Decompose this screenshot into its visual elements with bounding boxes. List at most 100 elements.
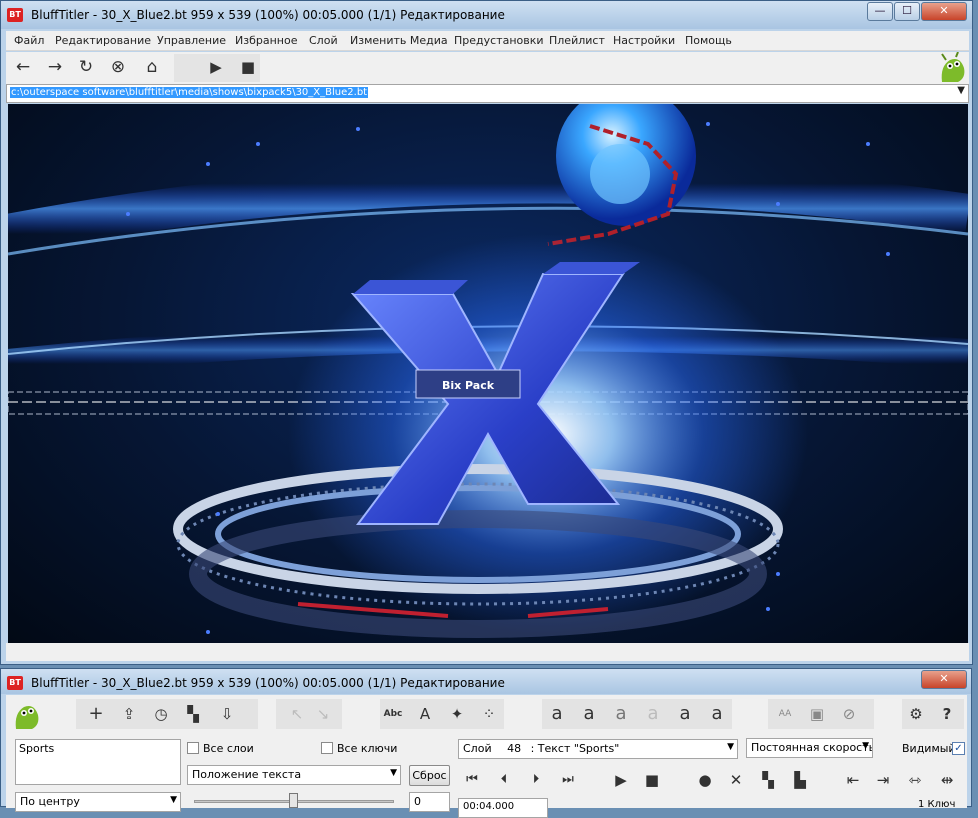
all-layers-label: Все слои — [203, 742, 254, 755]
help-icon[interactable]: ? — [936, 703, 958, 725]
abc-text-icon[interactable]: Abc — [382, 703, 404, 725]
value-slider-thumb[interactable] — [289, 793, 298, 808]
maximize-button[interactable]: ☐ — [894, 2, 920, 21]
next-frame-icon[interactable]: ⏵ — [525, 769, 547, 791]
media-icon[interactable]: ▣ — [806, 703, 828, 725]
menu-file[interactable]: Файл — [14, 34, 44, 47]
reset-button[interactable]: Сброс — [409, 765, 450, 786]
layer-select[interactable]: Слой 48 : Текст "Sports" ▼ — [458, 739, 738, 759]
text-style-a2-icon[interactable]: a — [578, 703, 600, 725]
key-right-icon[interactable]: ⇥ — [872, 769, 894, 791]
close-button[interactable]: ✕ — [921, 2, 967, 21]
status-strip — [6, 643, 969, 661]
prev-frame-icon[interactable]: ⏴ — [493, 769, 515, 791]
chevron-down-icon: ▼ — [390, 768, 397, 778]
time-field[interactable]: 00:04.000 — [458, 798, 548, 818]
stop-circle-icon[interactable]: ⊗ — [107, 56, 129, 78]
layer-number: 48 — [507, 742, 522, 755]
play-icon[interactable]: ▶ — [205, 56, 227, 78]
speed-value: Постоянная скорость — [751, 741, 873, 754]
align-value: По центру — [20, 795, 80, 808]
text-style-a5-icon[interactable]: a — [674, 703, 696, 725]
clock-icon[interactable]: ◷ — [150, 703, 172, 725]
layer-prefix: Слой — [463, 742, 492, 755]
all-keys-label: Все ключи — [337, 742, 398, 755]
home-icon[interactable]: ⌂ — [141, 56, 163, 78]
menu-playlist[interactable]: Плейлист — [549, 34, 605, 47]
chevron-down-icon: ▼ — [727, 742, 734, 752]
all-keys-checkbox[interactable]: Все ключи — [321, 742, 397, 755]
text-style-a3-icon[interactable]: a — [610, 703, 632, 725]
menu-favorites[interactable]: Избранное — [235, 34, 297, 47]
property-select[interactable]: Положение текста ▼ — [187, 765, 401, 785]
shape-icon[interactable]: ✦ — [446, 703, 468, 725]
record-key-icon[interactable]: ● — [694, 769, 716, 791]
chevron-down-icon: ▼ — [862, 741, 869, 751]
menu-bar: Файл Редактирование Управление Избранное… — [6, 31, 969, 51]
control-window: BT BluffTitler - 30_X_Blue2.bt 959 x 539… — [0, 668, 972, 818]
delete-key-icon[interactable]: ✕ — [725, 769, 747, 791]
font-icon[interactable]: A — [414, 703, 436, 725]
export-folder-icon[interactable]: ⇩ — [216, 703, 238, 725]
main-titlebar[interactable]: BT BluffTitler - 30_X_Blue2.bt 959 x 539… — [1, 1, 972, 29]
text-style-a6-icon[interactable]: a — [706, 703, 728, 725]
text-style-a1-icon[interactable]: a — [546, 703, 568, 725]
control-close-button[interactable]: ✕ — [921, 670, 967, 689]
scene-label-text: Bix Pack — [442, 379, 495, 392]
slash-circle-icon[interactable]: ⊘ — [838, 703, 860, 725]
menu-edit[interactable]: Редактирование — [55, 34, 151, 47]
visible-label: Видимый — [902, 742, 956, 755]
minimize-button[interactable]: — — [867, 2, 893, 21]
control-titlebar[interactable]: BT BluffTitler - 30_X_Blue2.bt 959 x 539… — [1, 669, 971, 694]
property-value: Положение текста — [192, 768, 302, 781]
control-window-title: BluffTitler - 30_X_Blue2.bt 959 x 539 (1… — [31, 676, 505, 690]
menu-control[interactable]: Управление — [157, 34, 226, 47]
stop-icon[interactable]: ■ — [641, 769, 663, 791]
mascot-icon — [941, 52, 965, 82]
all-layers-checkbox[interactable]: Все слои — [187, 742, 254, 755]
number-field[interactable]: 0 — [409, 792, 450, 812]
aa-case-icon[interactable]: AA — [774, 703, 796, 725]
visible-checkbox[interactable]: ✓ — [952, 742, 965, 755]
forward-arrow-icon[interactable]: → — [44, 56, 66, 78]
add-layer-icon[interactable]: + — [85, 703, 107, 725]
menu-layer[interactable]: Слой — [309, 34, 338, 47]
control-panel: + ⇪ ◷ ▚ ⇩ ↖ ↘ Abc A ✦ ⁘ a a a a a a AA ▣… — [6, 695, 967, 818]
navigation-toolbar: ← → ↻ ⊗ ⌂ ▶ ■ — [6, 52, 969, 84]
play-icon[interactable]: ▶ — [610, 769, 632, 791]
layer-text-input[interactable]: Sports — [15, 739, 181, 785]
app-logo-icon: BT — [7, 8, 23, 22]
key-split-icon[interactable]: ⇹ — [936, 769, 958, 791]
scene-graphic: Bix Pack — [8, 104, 968, 638]
menu-change-media[interactable]: Изменить Медиа — [350, 34, 448, 47]
key-both-icon[interactable]: ⇿ — [904, 769, 926, 791]
menu-presets[interactable]: Предустановки — [454, 34, 544, 47]
speed-select[interactable]: Постоянная скорость ▼ — [746, 738, 873, 758]
menu-settings[interactable]: Настройки — [613, 34, 675, 47]
stop-square-icon[interactable]: ■ — [237, 56, 259, 78]
chevron-down-icon[interactable]: ▼ — [957, 85, 965, 96]
preview-viewport[interactable]: Bix Pack — [8, 104, 968, 643]
back-arrow-icon[interactable]: ← — [12, 56, 34, 78]
particles-icon[interactable]: ⁘ — [478, 703, 500, 725]
import-folder-icon[interactable]: ⇪ — [118, 703, 140, 725]
key-left-icon[interactable]: ⇤ — [842, 769, 864, 791]
first-frame-icon[interactable]: ⏮ — [461, 769, 483, 791]
last-frame-icon[interactable]: ⏭ — [557, 769, 579, 791]
mascot-icon — [15, 706, 39, 729]
checkbox-box[interactable] — [187, 742, 199, 754]
checkbox-box[interactable] — [321, 742, 333, 754]
arrow-up-left-icon: ↖ — [290, 705, 304, 723]
path-combobox[interactable]: c:\outerspace software\blufftitler\media… — [6, 84, 969, 103]
layer-name: : Текст "Sports" — [530, 742, 620, 755]
arrow-down-right-icon: ↘ — [316, 705, 330, 723]
layers-icon[interactable]: ▚ — [182, 703, 204, 725]
copy-key-icon[interactable]: ▚ — [757, 769, 779, 791]
app-logo-icon: BT — [7, 676, 23, 690]
path-input[interactable]: c:\outerspace software\blufftitler\media… — [10, 87, 369, 98]
paste-key-icon[interactable]: ▙ — [789, 769, 811, 791]
refresh-icon[interactable]: ↻ — [75, 56, 97, 78]
align-select[interactable]: По центру ▼ — [15, 792, 181, 812]
menu-help[interactable]: Помощь — [685, 34, 732, 47]
gear-icon[interactable]: ⚙ — [905, 703, 927, 725]
